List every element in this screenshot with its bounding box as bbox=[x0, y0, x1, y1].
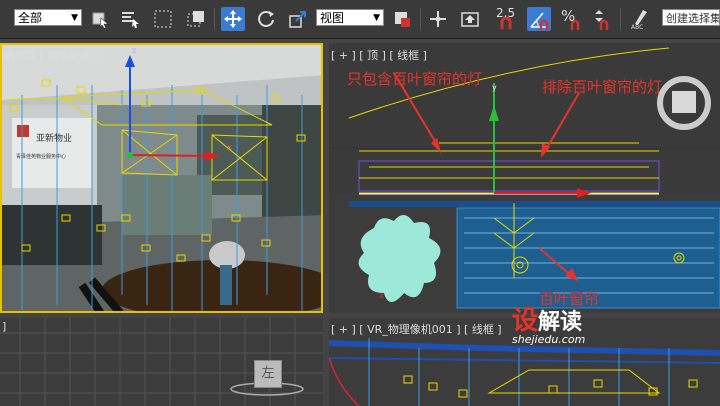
select-and-scale-icon[interactable] bbox=[286, 7, 310, 31]
reference-coord-value: 视图 bbox=[320, 11, 345, 25]
spinner-snap-icon[interactable] bbox=[590, 7, 614, 31]
select-and-rotate-icon[interactable] bbox=[254, 7, 278, 31]
viewport-top[interactable]: y x [ + ] [ 顶 ] [ 线框 ] 只包含百叶窗帘的灯 排除百叶窗帘的… bbox=[329, 43, 720, 313]
named-selection-placeholder: 创建选择集 bbox=[666, 12, 720, 25]
viewport-label-camera[interactable]: [ + ] [ VR_物理像机001 ] [ 线框 ] bbox=[331, 321, 502, 337]
logo-subtitle: 青泽佳苑物业服务中心 bbox=[16, 154, 67, 160]
toolbar-separator bbox=[620, 8, 621, 30]
angle-snap-icon[interactable] bbox=[527, 7, 551, 31]
select-manipulate-icon[interactable] bbox=[426, 7, 450, 31]
watermark-brand-suffix: 解读 bbox=[538, 310, 583, 335]
chevron-down-icon: ▼ bbox=[71, 13, 78, 23]
viewport-perspective[interactable]: z x 亚新物业 青泽佳苑物业服务中心 机001 [ 明暗处理 ] bbox=[0, 43, 323, 313]
viewcube[interactable]: 左 bbox=[254, 360, 282, 388]
toolbar-separator bbox=[420, 8, 421, 30]
edit-named-selections-icon[interactable]: ABC bbox=[628, 7, 652, 31]
watermark-brand-prefix: 设 bbox=[512, 306, 539, 336]
snap-value: 2.5 bbox=[496, 6, 516, 20]
select-by-name-icon[interactable] bbox=[118, 7, 142, 31]
viewport-label-perspective[interactable]: 机001 [ 明暗处理 ] bbox=[4, 47, 99, 63]
svg-text:x: x bbox=[227, 143, 232, 152]
svg-text:y: y bbox=[492, 83, 497, 92]
annotation-exclude-light: 排除百叶窗帘的灯 bbox=[542, 78, 663, 96]
selection-filter-value: 全部 bbox=[18, 11, 43, 25]
rectangular-selection-icon[interactable] bbox=[151, 7, 175, 31]
viewport-label-top[interactable]: [ + ] [ 顶 ] [ 线框 ] bbox=[331, 47, 427, 63]
perspective-scene-render: z x bbox=[2, 45, 321, 311]
svg-text:x: x bbox=[379, 291, 384, 300]
select-object-icon[interactable] bbox=[88, 7, 112, 31]
select-and-move-icon[interactable] bbox=[221, 7, 245, 31]
svg-text:ABC: ABC bbox=[631, 24, 643, 30]
pivot-center-icon[interactable] bbox=[390, 7, 414, 31]
main-toolbar: 全部 ▼ 视图 ▼ 2.5 % ABC 创建选择集 bbox=[0, 0, 720, 39]
window-crossing-icon[interactable] bbox=[184, 7, 208, 31]
logo-company-name: 亚新物业 bbox=[36, 134, 73, 144]
reference-coord-dropdown[interactable]: 视图 ▼ bbox=[316, 9, 384, 26]
viewcube-face-label: 左 bbox=[261, 366, 275, 381]
viewport-left[interactable]: ] 左 bbox=[0, 318, 323, 406]
viewport-label-left[interactable]: ] bbox=[2, 320, 6, 333]
toolbar-separator bbox=[214, 8, 215, 30]
named-selection-set-input[interactable]: 创建选择集 bbox=[662, 9, 720, 26]
keyboard-shortcut-override-icon[interactable] bbox=[458, 7, 482, 31]
chevron-down-icon: ▼ bbox=[373, 13, 380, 23]
selection-filter-dropdown[interactable]: 全部 ▼ bbox=[14, 9, 82, 26]
watermark-url: shejiedu.com bbox=[512, 333, 586, 346]
annotation-include-light: 只包含百叶窗帘的灯 bbox=[347, 70, 483, 88]
snaps-toggle-icon[interactable]: 2.5 bbox=[494, 6, 518, 31]
svg-text:z: z bbox=[132, 46, 136, 55]
percent-snap-icon[interactable]: % bbox=[559, 7, 583, 31]
site-watermark: 设解读 shejiedu.com bbox=[512, 300, 585, 346]
